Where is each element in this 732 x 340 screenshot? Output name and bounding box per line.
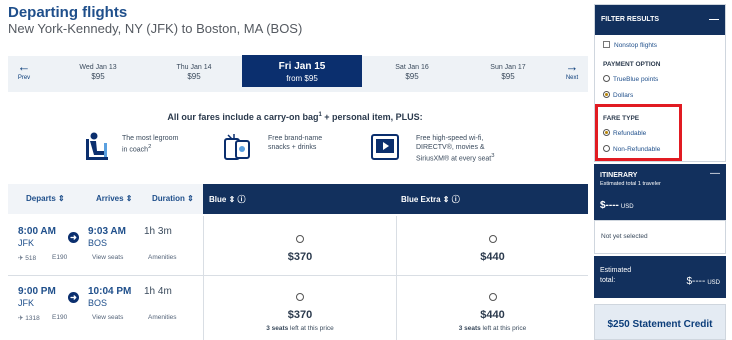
plane-icon: ✈ bbox=[18, 255, 24, 262]
arrow-right-icon: ➜ bbox=[68, 232, 79, 243]
seats-left-note: 3 seats left at this price bbox=[458, 325, 527, 332]
table-row: 8:00 AM JFK ➜ 9:03 AM BOS 1h 3m ✈ 518 E1… bbox=[8, 216, 588, 276]
help-icon[interactable]: ⓘ bbox=[238, 195, 246, 204]
page-title: Departing flights bbox=[8, 4, 128, 21]
collapse-icon[interactable]: — bbox=[709, 5, 719, 35]
plane-icon: ✈ bbox=[18, 315, 24, 322]
itinerary-panel: ITINERARY — Estimated total 1 traveler $… bbox=[594, 164, 726, 220]
snacks-icon bbox=[222, 131, 252, 163]
arrow-right-icon: ➜ bbox=[68, 292, 79, 303]
payment-trueblue[interactable]: TrueBlue points bbox=[603, 75, 658, 83]
promo-entertainment: Free high-speed wi-fi, DIRECTV®, movies … bbox=[370, 131, 530, 167]
date-option[interactable]: Wed Jan 13 $95 bbox=[50, 56, 146, 92]
fare-option-blue[interactable]: $370 bbox=[203, 216, 396, 276]
fare-col-blue[interactable]: Blue ⇕ ⓘ bbox=[209, 194, 246, 205]
fare-radio[interactable] bbox=[296, 293, 304, 301]
next-date-button[interactable]: → Next bbox=[556, 59, 588, 82]
itinerary-status: Not yet selected bbox=[594, 220, 726, 254]
arrow-right-icon: → bbox=[565, 59, 579, 74]
date-option-selected[interactable]: Fri Jan 15 from $95 bbox=[242, 55, 362, 87]
nonstop-filter[interactable]: Nonstop flights bbox=[603, 41, 657, 49]
fare-promo-headline: All our fares include a carry-on bag1 + … bbox=[167, 112, 423, 122]
view-seats-link[interactable]: View seats bbox=[92, 314, 123, 321]
payment-option-label: PAYMENT OPTION bbox=[603, 61, 661, 68]
fare-radio[interactable] bbox=[488, 293, 497, 301]
view-seats-link[interactable]: View seats bbox=[92, 254, 123, 261]
date-option[interactable]: Sun Jan 17 $95 bbox=[460, 56, 556, 92]
statement-credit-banner[interactable]: $250 Statement Credit bbox=[594, 304, 726, 340]
table-header-left: Departs ⇕ Arrives ⇕ Duration ⇕ bbox=[8, 184, 203, 214]
radio[interactable] bbox=[603, 75, 610, 82]
itinerary-amount: $---- USD bbox=[600, 200, 634, 211]
fare-type-highlight bbox=[595, 104, 682, 161]
estimated-total: Estimated total: $---- USD bbox=[594, 256, 726, 298]
promo-snacks: Free brand-name snacks + drinks bbox=[222, 131, 352, 167]
help-icon[interactable]: ⓘ bbox=[452, 195, 460, 204]
tv-wifi-icon bbox=[370, 131, 400, 163]
main-panel: Departing flights New York-Kennedy, NY (… bbox=[0, 0, 590, 340]
filter-header[interactable]: FILTER RESULTS — bbox=[595, 5, 725, 35]
arrow-left-icon: ← bbox=[17, 59, 31, 74]
sort-departs[interactable]: Departs ⇕ bbox=[26, 194, 65, 203]
prev-date-button[interactable]: ← Prev bbox=[8, 59, 40, 82]
date-option[interactable]: Thu Jan 14 $95 bbox=[146, 56, 242, 92]
legroom-seat-icon bbox=[82, 131, 112, 163]
fare-radio[interactable] bbox=[488, 235, 497, 243]
sidebar: FILTER RESULTS — Nonstop flights PAYMENT… bbox=[592, 0, 732, 340]
table-row: 9:00 PM JFK ➜ 10:04 PM BOS 1h 4m ✈ 1318 … bbox=[8, 276, 588, 340]
sort-duration[interactable]: Duration ⇕ bbox=[152, 194, 194, 203]
fare-option-blue-extra[interactable]: $440 3 seats left at this price bbox=[396, 276, 588, 340]
radio-selected[interactable] bbox=[603, 91, 610, 98]
payment-dollars[interactable]: Dollars bbox=[603, 91, 633, 99]
amenities-link[interactable]: Amenities bbox=[148, 314, 177, 321]
fare-option-blue-extra[interactable]: $440 bbox=[396, 216, 588, 276]
table-header-fares: Blue ⇕ ⓘ Blue Extra ⇕ ⓘ bbox=[203, 184, 588, 214]
checkbox[interactable] bbox=[603, 41, 610, 48]
fare-option-blue[interactable]: $370 3 seats left at this price bbox=[203, 276, 396, 340]
promo-legroom: The most legroom in coach2 bbox=[82, 131, 212, 167]
sort-arrives[interactable]: Arrives ⇕ bbox=[96, 194, 133, 203]
fare-col-blue-extra[interactable]: Blue Extra ⇕ ⓘ bbox=[401, 194, 460, 205]
seats-left-note: 3 seats left at this price bbox=[266, 325, 334, 332]
route-subtitle: New York-Kennedy, NY (JFK) to Boston, MA… bbox=[8, 21, 303, 36]
fare-radio[interactable] bbox=[296, 235, 304, 243]
amenities-link[interactable]: Amenities bbox=[148, 254, 177, 261]
date-option[interactable]: Sat Jan 16 $95 bbox=[364, 56, 460, 92]
date-selector: ← Prev Wed Jan 13 $95 Thu Jan 14 $95 Fri… bbox=[8, 55, 588, 92]
collapse-icon[interactable]: — bbox=[710, 168, 720, 179]
